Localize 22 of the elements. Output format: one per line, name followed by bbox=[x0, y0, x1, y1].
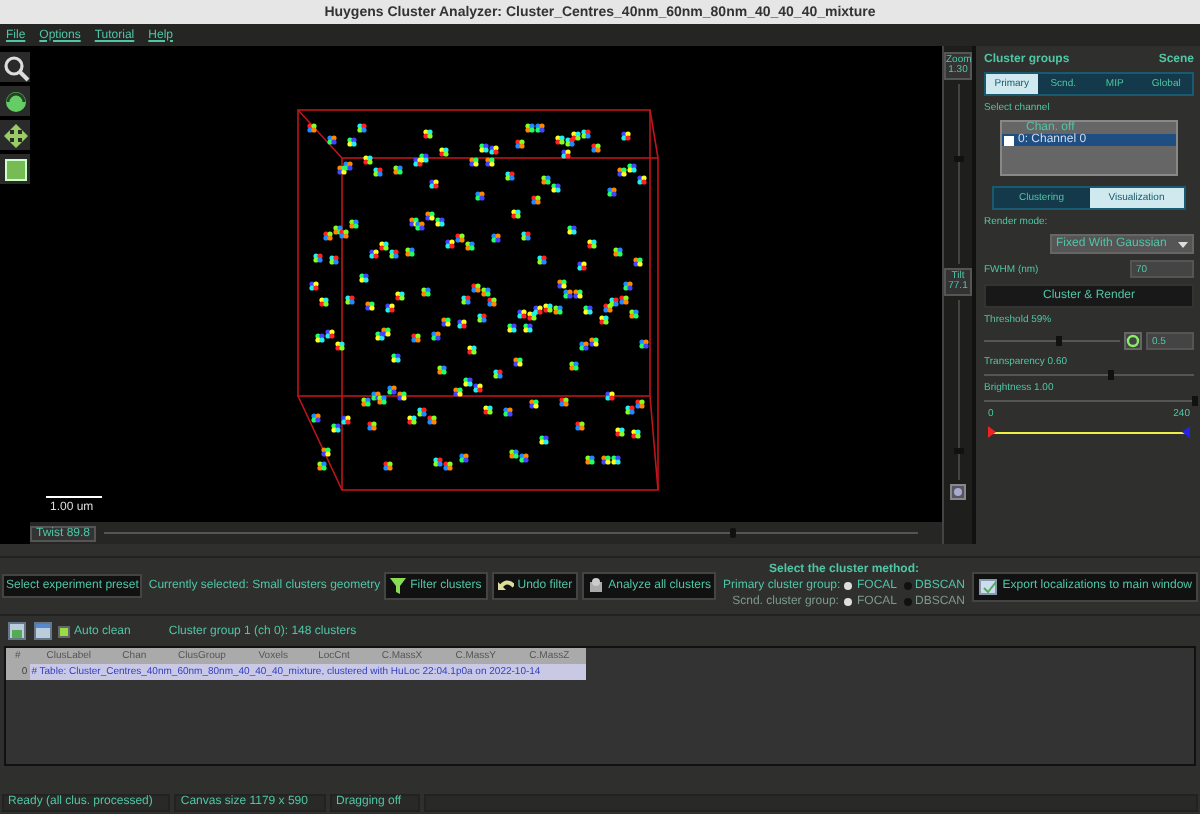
table-button[interactable] bbox=[6, 621, 26, 641]
spreadsheet-icon bbox=[7, 622, 25, 640]
undo-arrow-icon bbox=[497, 578, 514, 594]
reset-button[interactable] bbox=[950, 484, 966, 500]
funnel-icon bbox=[390, 578, 407, 594]
expand-icon bbox=[1, 155, 29, 183]
color-range-slider[interactable] bbox=[992, 426, 1186, 440]
table-button[interactable] bbox=[32, 621, 52, 641]
expand-button[interactable] bbox=[0, 154, 30, 184]
refresh-icon bbox=[1126, 334, 1140, 348]
rotate-button[interactable] bbox=[0, 86, 30, 116]
magnifier-button[interactable] bbox=[0, 52, 30, 82]
refresh-button[interactable] bbox=[1124, 332, 1142, 350]
scale-bar bbox=[46, 496, 102, 498]
rotate-icon bbox=[1, 87, 29, 115]
magnifier-icon bbox=[1, 53, 29, 81]
move-button[interactable] bbox=[0, 120, 30, 150]
dot-icon bbox=[952, 486, 964, 498]
move-icon bbox=[1, 121, 29, 149]
caret-icon bbox=[1178, 239, 1188, 249]
document-icon bbox=[978, 577, 999, 595]
spreadsheet-icon bbox=[33, 622, 51, 640]
